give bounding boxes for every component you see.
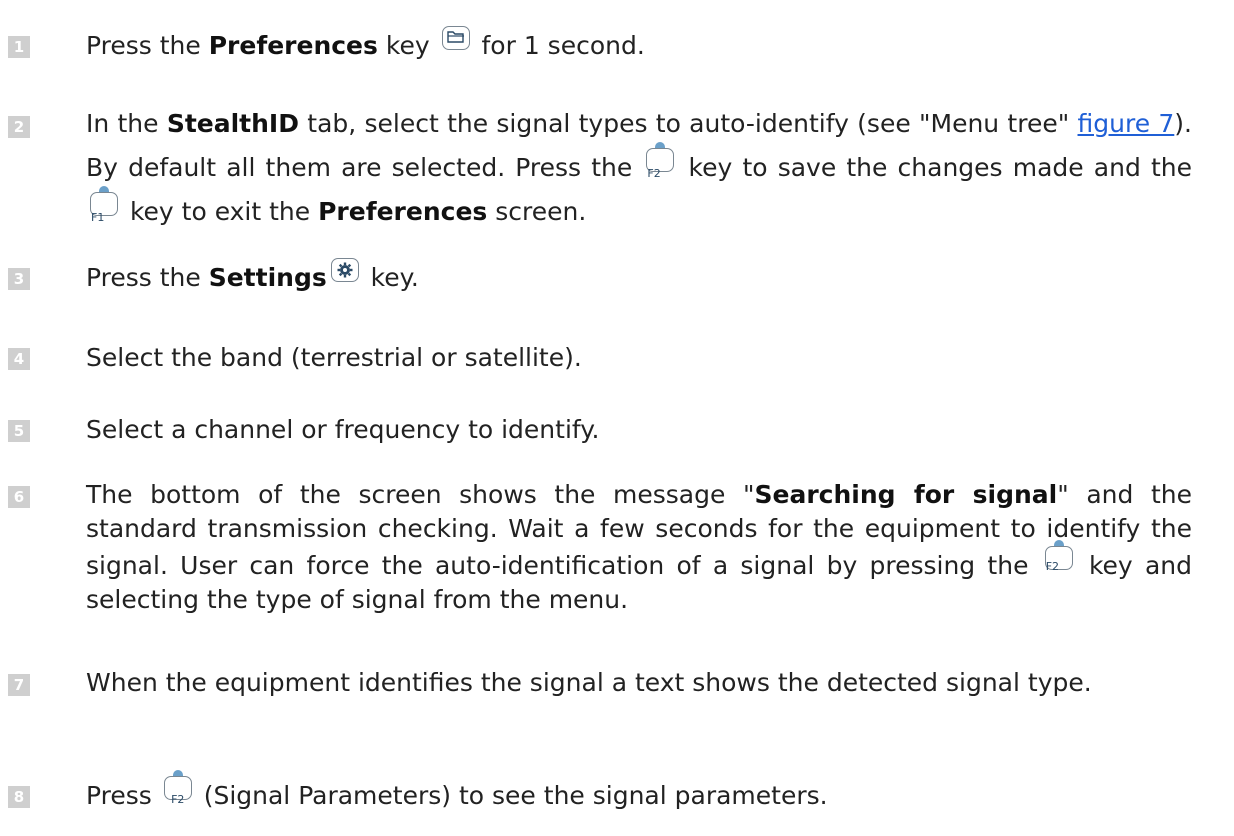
step-text: Press F2 (Signal Parameters) to see the … — [86, 770, 1192, 816]
step-number: 6 — [8, 486, 30, 508]
settings-label: Settings — [208, 263, 327, 292]
step-text: Press the Settings key. — [86, 258, 1192, 298]
step-number: 1 — [8, 36, 30, 58]
step-text: Press the Preferences key for 1 second. — [86, 26, 1192, 66]
step-text: The bottom of the screen shows the messa… — [86, 480, 1192, 614]
step-number: 3 — [8, 268, 30, 290]
preferences-label: Preferences — [208, 31, 378, 60]
step-text: In the StealthID tab, select the signal … — [86, 109, 1192, 226]
step-text: When the equipment identifies the signal… — [86, 668, 1092, 697]
searching-for-signal-label: Searching for signal — [754, 480, 1058, 509]
step-number: 4 — [8, 348, 30, 370]
step-number: 2 — [8, 116, 30, 138]
step-text: Select the band (terrestrial or satellit… — [86, 343, 582, 372]
f2-key-icon: F2 — [163, 770, 192, 806]
step-number: 5 — [8, 420, 30, 442]
f1-key-icon: F1 — [90, 186, 118, 224]
folder-icon — [441, 26, 470, 50]
step-number: 7 — [8, 674, 30, 696]
preferences-label: Preferences — [318, 197, 488, 226]
f2-key-icon: F2 — [646, 142, 675, 180]
figure-7-link[interactable]: figure 7 — [1078, 109, 1175, 138]
stealthid-label: StealthID — [166, 109, 299, 138]
step-number: 8 — [8, 786, 30, 808]
step-text: Select a channel or frequency to identif… — [86, 415, 600, 444]
gear-icon — [330, 258, 359, 282]
f2-key-icon: F2 — [1044, 540, 1073, 573]
